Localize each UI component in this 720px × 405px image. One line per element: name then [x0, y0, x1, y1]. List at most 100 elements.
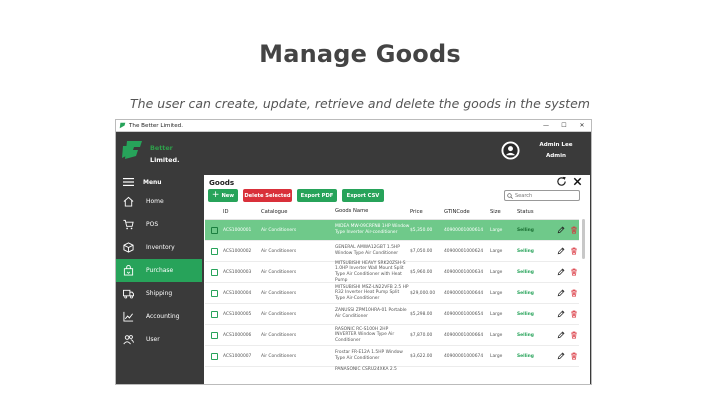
row-checkbox-cell: [205, 352, 223, 360]
cell-goods-name: ZANUSSI ZPM10HRA-01 Portable Air Conditi…: [335, 308, 407, 319]
row-checkbox[interactable]: [210, 310, 218, 318]
table-row[interactable]: ACS1000002 Air Conditioners GENERAL AMWA12…: [205, 241, 579, 262]
sidebar-item-accounting[interactable]: Accounting: [116, 305, 202, 328]
sidebar-item-label: POS: [146, 221, 159, 228]
row-actions: [552, 268, 578, 276]
table-row[interactable]: ACS1000005 Air Conditioners ZANUSSI ZPM10H…: [205, 304, 579, 325]
app-logo-icon: [119, 122, 126, 129]
refresh-icon[interactable]: [556, 176, 567, 187]
menu-toggle[interactable]: Menu: [116, 174, 202, 190]
company-name-line1: Better: [150, 144, 173, 152]
cell-id: ACS1000005: [223, 311, 252, 317]
table-row[interactable]: ACS1000001 Air Conditioners MIDEA MW-09CRF…: [205, 220, 579, 241]
trash-icon[interactable]: [570, 352, 578, 360]
table-row[interactable]: ACS1000007 Air Conditioners Frostar FR-E12…: [205, 346, 579, 367]
edit-icon[interactable]: [557, 331, 565, 339]
edit-icon[interactable]: [557, 310, 565, 318]
row-checkbox[interactable]: [210, 352, 218, 360]
sidebar-item-user[interactable]: User: [116, 328, 202, 351]
edit-icon[interactable]: [557, 352, 565, 360]
edit-icon[interactable]: [557, 268, 565, 276]
sidebar-item-inventory[interactable]: Inventory: [116, 236, 202, 259]
cell-gtin: 40900001000624: [444, 248, 484, 254]
table-row[interactable]: ACS1000004 Air Conditioners MITSUBISHI MSZ…: [205, 283, 579, 304]
user-avatar-icon[interactable]: [501, 141, 520, 160]
cell-size: Large: [490, 311, 503, 317]
cell-id: ACS1000004: [223, 290, 252, 296]
column-header-size[interactable]: Size: [490, 209, 517, 215]
cell-status: Selling: [517, 332, 534, 338]
search-icon: [507, 192, 513, 199]
sidebar-item-label: Accounting: [146, 313, 180, 320]
close-window-button[interactable]: ✕: [573, 122, 591, 129]
cell-gtin: 40900001000634: [444, 269, 484, 275]
row-checkbox-cell: [205, 226, 223, 234]
hamburger-icon: [123, 178, 134, 186]
cell-catalogue: Air Conditioners: [261, 311, 297, 317]
maximize-button[interactable]: ☐: [555, 122, 573, 129]
edit-icon[interactable]: [557, 226, 565, 234]
export-pdf-button[interactable]: Export PDF: [297, 189, 337, 202]
cell-price: $7,870.00: [410, 332, 433, 338]
row-checkbox-cell: [205, 310, 223, 318]
search-input[interactable]: [515, 192, 577, 199]
panel-title: Goods: [209, 178, 235, 187]
cell-gtin: 40900001000614: [444, 227, 484, 233]
sidebar-item-shipping[interactable]: Shipping: [116, 282, 202, 305]
cell-size: Large: [490, 227, 503, 233]
minimize-button[interactable]: —: [537, 122, 555, 129]
row-actions: [552, 310, 578, 318]
trash-icon[interactable]: [570, 310, 578, 318]
column-header-status[interactable]: Status: [517, 209, 552, 215]
delete-selected-button[interactable]: Delete Selected: [243, 189, 292, 202]
sidebar-item-pos[interactable]: POS: [116, 213, 202, 236]
trash-icon[interactable]: [570, 247, 578, 255]
app-header: Better Limited. Admin Lee Admin: [116, 132, 591, 174]
sidebar-item-home[interactable]: Home: [116, 190, 202, 213]
cell-catalogue: Air Conditioners: [261, 332, 297, 338]
trash-icon[interactable]: [570, 268, 578, 276]
trash-icon[interactable]: [570, 331, 578, 339]
trash-icon[interactable]: [570, 226, 578, 234]
table-header: ID Catalogue Goods Name Price GTINCode S…: [205, 205, 579, 220]
cell-status: Selling: [517, 353, 534, 359]
sidebar-item-purchase[interactable]: Purchase: [116, 259, 202, 282]
search-box[interactable]: [504, 190, 580, 201]
column-header-id[interactable]: ID: [223, 209, 261, 215]
table-row[interactable]: ACS1000003 Air Conditioners MITSUBISHI HEA…: [205, 261, 579, 283]
cell-id: ACS1000002: [223, 248, 252, 254]
row-checkbox[interactable]: [210, 226, 218, 234]
table-row[interactable]: ACS1000006 Air Conditioners RASONIC RC-S10…: [205, 325, 579, 346]
cell-catalogue: Air Conditioners: [261, 269, 297, 275]
row-checkbox[interactable]: [210, 268, 218, 276]
cell-status: Selling: [517, 311, 534, 317]
row-actions: [552, 289, 578, 297]
cell-catalogue: Air Conditioners: [261, 353, 297, 359]
new-button[interactable]: + New: [208, 189, 238, 202]
cell-size: Large: [490, 248, 503, 254]
row-checkbox[interactable]: [210, 289, 218, 297]
cell-status: Selling: [517, 290, 534, 296]
close-icon[interactable]: [572, 176, 583, 187]
edit-icon[interactable]: [557, 247, 565, 255]
bag-icon: [123, 265, 134, 276]
row-checkbox[interactable]: [210, 331, 218, 339]
column-header-catalogue[interactable]: Catalogue: [261, 209, 335, 215]
column-header-goods-name[interactable]: Goods Name: [335, 209, 410, 215]
truck-icon: [123, 289, 134, 299]
slide-title: Manage Goods: [259, 40, 461, 68]
table-body: ACS1000001 Air Conditioners MIDEA MW-09CRF…: [205, 220, 579, 377]
table-row[interactable]: PANASONIC CSRU24XKA 2.5: [205, 367, 579, 377]
cell-size: Large: [490, 353, 503, 359]
menu-label: Menu: [143, 178, 162, 186]
edit-icon[interactable]: [557, 289, 565, 297]
table-scrollbar[interactable]: [582, 219, 585, 259]
chart-icon: [123, 311, 134, 322]
column-header-gtin[interactable]: GTINCode: [444, 209, 490, 215]
column-header-price[interactable]: Price: [410, 209, 444, 215]
row-checkbox[interactable]: [210, 247, 218, 255]
row-actions: [552, 331, 578, 339]
export-csv-button[interactable]: Export CSV: [342, 189, 384, 202]
trash-icon[interactable]: [570, 289, 578, 297]
goods-panel: Goods + New Delete Selected Export PDF Ex…: [204, 175, 590, 384]
